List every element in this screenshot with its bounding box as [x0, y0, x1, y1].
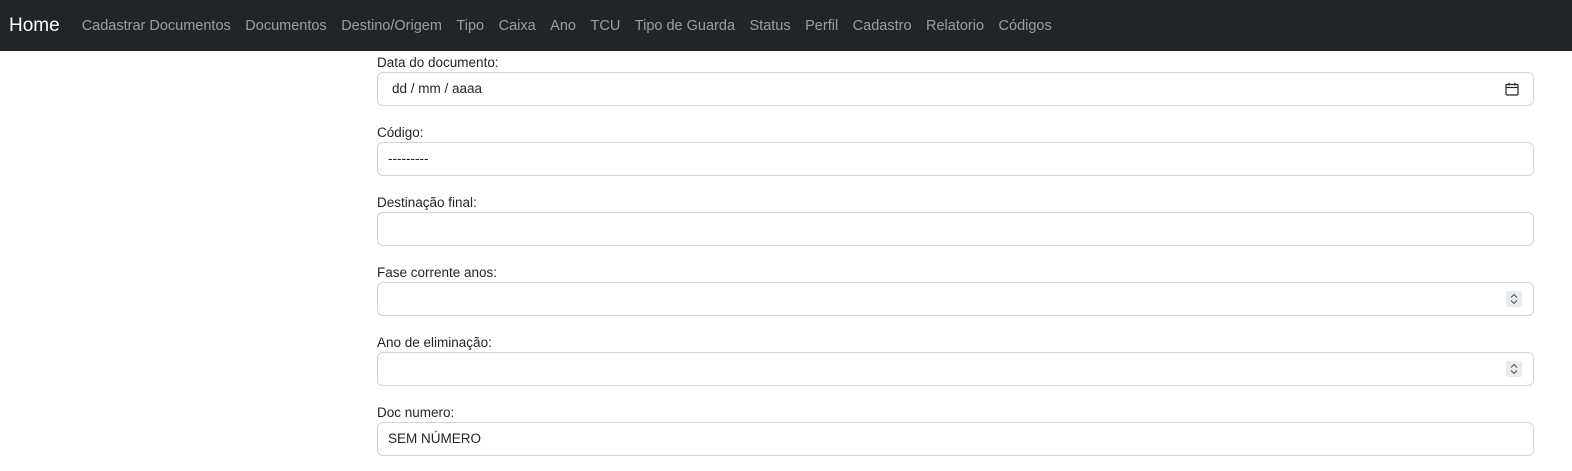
- nav-link-tcu[interactable]: TCU: [590, 18, 620, 34]
- field-group-fase-corrente-anos: Fase corrente anos:: [377, 261, 1534, 331]
- nav-link-cadastrar-documentos[interactable]: Cadastrar Documentos: [82, 18, 231, 34]
- nav-link-perfil[interactable]: Perfil: [805, 18, 838, 34]
- data-documento-input[interactable]: dd / mm / aaaa: [377, 72, 1534, 106]
- nav-link-caixa[interactable]: Caixa: [499, 18, 536, 34]
- field-group-doc-numero: Doc numero: SEM NÚMERO: [377, 401, 1534, 471]
- field-group-ano-eliminacao: Ano de eliminação:: [377, 331, 1534, 401]
- nav-link-relatorio[interactable]: Relatorio: [926, 18, 984, 34]
- nav-link-cadastro[interactable]: Cadastro: [853, 18, 912, 34]
- nav-link-status[interactable]: Status: [750, 18, 791, 34]
- nav-link-documentos[interactable]: Documentos: [245, 18, 326, 34]
- codigo-value: ---------: [388, 151, 429, 166]
- data-documento-label: Data do documento:: [377, 55, 499, 70]
- nav-link-tipo[interactable]: Tipo: [456, 18, 484, 34]
- data-documento-value: dd / mm / aaaa: [392, 81, 483, 96]
- calendar-icon[interactable]: [1505, 82, 1519, 96]
- destinacao-final-input[interactable]: [377, 212, 1534, 246]
- fase-corrente-anos-label: Fase corrente anos:: [377, 265, 498, 280]
- doc-numero-label: Doc numero:: [377, 405, 455, 420]
- field-group-codigo: Código: ---------: [377, 121, 1534, 191]
- doc-numero-value: SEM NÚMERO: [388, 431, 482, 446]
- nav-link-destino-origem[interactable]: Destino/Origem: [341, 18, 442, 34]
- nav-link-tipo-de-guarda[interactable]: Tipo de Guarda: [635, 18, 735, 34]
- field-group-data-documento: Data do documento: dd / mm / aaaa: [377, 51, 1534, 121]
- field-group-destinacao-final: Destinação final:: [377, 191, 1534, 261]
- codigo-input[interactable]: ---------: [377, 142, 1534, 176]
- spinner-icon[interactable]: [1506, 361, 1522, 377]
- document-form: Data do documento: dd / mm / aaaa Código…: [377, 51, 1534, 471]
- nav-link-ano[interactable]: Ano: [550, 18, 576, 34]
- spinner-icon[interactable]: [1506, 291, 1522, 307]
- nav-list: Cadastrar Documentos Documentos Destino/…: [82, 18, 1067, 34]
- ano-eliminacao-label: Ano de eliminação:: [377, 335, 492, 350]
- codigo-label: Código:: [377, 125, 424, 140]
- destinacao-final-label: Destinação final:: [377, 195, 477, 210]
- ano-eliminacao-input[interactable]: [377, 352, 1534, 386]
- nav-link-codigos[interactable]: Códigos: [999, 18, 1052, 34]
- top-navbar: Home Cadastrar Documentos Documentos Des…: [0, 0, 1572, 51]
- doc-numero-input[interactable]: SEM NÚMERO: [377, 422, 1534, 456]
- brand-home-link[interactable]: Home: [9, 15, 60, 37]
- fase-corrente-anos-input[interactable]: [377, 282, 1534, 316]
